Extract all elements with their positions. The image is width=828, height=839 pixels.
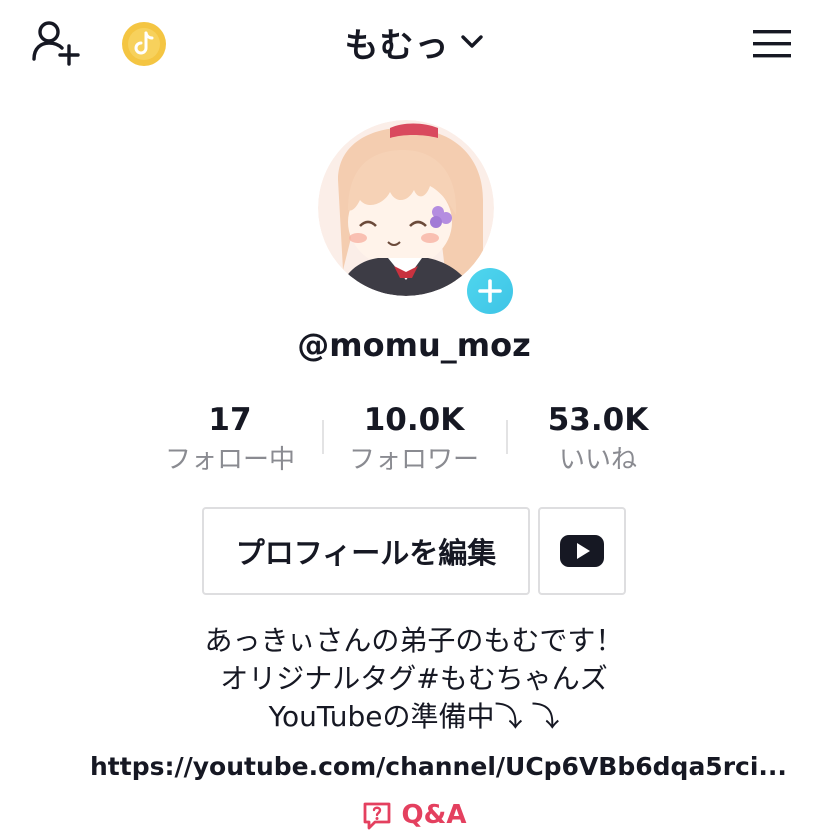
top-bar: もむっ bbox=[0, 0, 828, 90]
edit-profile-button[interactable]: プロフィールを編集 bbox=[202, 507, 530, 595]
bio-line: オリジナルタグ#もむちゃんズ bbox=[220, 662, 608, 695]
likes-label: いいね bbox=[558, 445, 637, 475]
youtube-button[interactable] bbox=[538, 507, 626, 595]
menu-icon[interactable] bbox=[750, 24, 794, 64]
bio-line: YouTubeの準備中⤵︎ ⤵︎ bbox=[268, 700, 560, 733]
qa-icon bbox=[363, 802, 390, 830]
following-label: フォロー中 bbox=[164, 445, 295, 475]
avatar[interactable] bbox=[318, 120, 494, 296]
account-switcher[interactable]: もむっ bbox=[0, 18, 828, 66]
bio: あっきぃさんの弟子のもむです！ オリジナルタグ#もむちゃんズ YouTubeの準… bbox=[0, 622, 828, 736]
stats-row: 17 フォロー中 10.0K フォロワー 53.0K いいね bbox=[0, 400, 828, 480]
following-stat[interactable]: 17 フォロー中 bbox=[140, 400, 320, 478]
followers-label: フォロワー bbox=[348, 445, 479, 475]
username: @momu_moz bbox=[297, 326, 531, 364]
qa-button[interactable]: Q&A bbox=[0, 795, 828, 835]
likes-stat[interactable]: 53.0K いいね bbox=[508, 400, 688, 478]
profile-link[interactable]: https://youtube.com/channel/UCp6VBb6dqa5… bbox=[80, 746, 787, 786]
youtube-icon bbox=[560, 535, 604, 567]
stats-divider bbox=[506, 420, 508, 454]
qa-label: Q&A bbox=[401, 800, 467, 830]
followers-stat[interactable]: 10.0K フォロワー bbox=[324, 400, 504, 478]
likes-count: 53.0K bbox=[547, 402, 649, 438]
avatar-image bbox=[318, 120, 494, 296]
plus-icon bbox=[467, 268, 513, 314]
following-count: 17 bbox=[208, 402, 252, 438]
page-title: もむっ bbox=[344, 25, 450, 66]
stats-divider bbox=[322, 420, 324, 454]
add-avatar-button[interactable] bbox=[463, 264, 517, 318]
bio-line: あっきぃさんの弟子のもむです！ bbox=[204, 624, 624, 657]
followers-count: 10.0K bbox=[363, 402, 465, 438]
chevron-down-icon bbox=[460, 35, 483, 48]
link-text: https://youtube.com/channel/UCp6VBb6dqa5… bbox=[90, 751, 787, 781]
